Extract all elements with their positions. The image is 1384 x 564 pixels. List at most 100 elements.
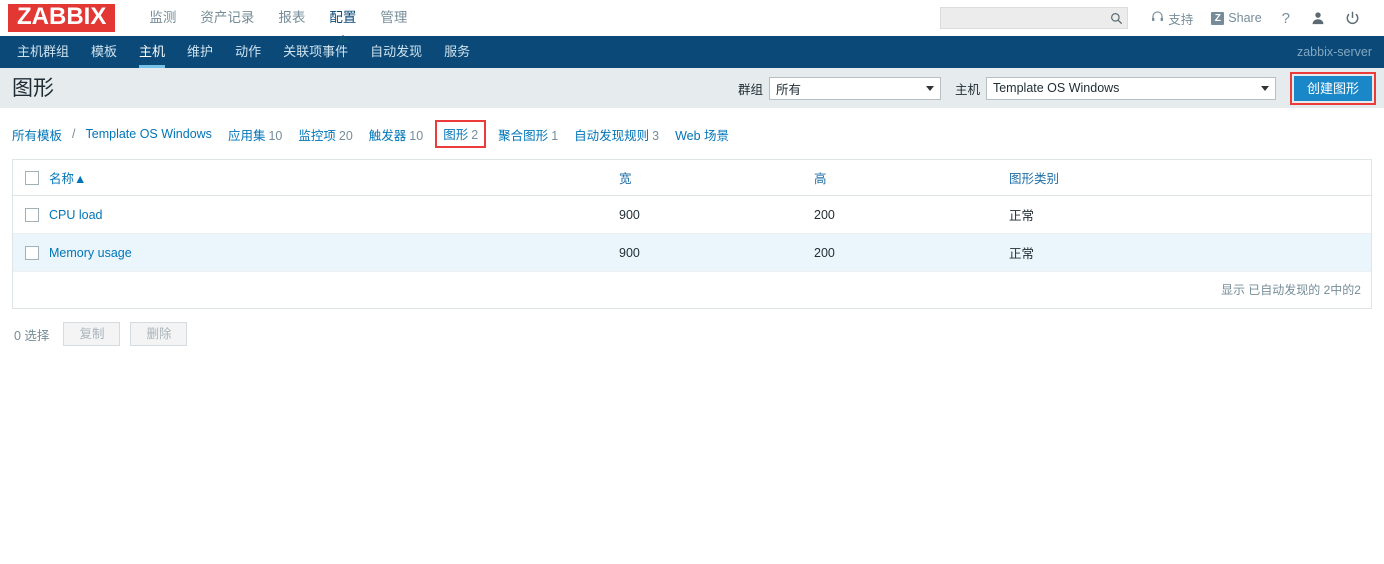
- sub-navigation: 主机群组 模板 主机 维护 动作 关联项事件 自动发现 服务 zabbix-se…: [0, 36, 1384, 68]
- header-width: 宽: [619, 160, 814, 196]
- graph-link-memory-usage[interactable]: Memory usage: [49, 246, 132, 260]
- tab-label: 触发器: [368, 128, 407, 143]
- nav-item-configuration[interactable]: 配置: [317, 0, 368, 43]
- table-header-row: 名称▲ 宽 高 图形类别: [13, 160, 1371, 196]
- tab-count: 20: [338, 128, 353, 143]
- support-label: 支持: [1168, 12, 1194, 27]
- header-name-label: 名称: [49, 172, 75, 186]
- subnav-item-maintenance[interactable]: 维护: [176, 36, 224, 68]
- group-select[interactable]: 所有: [768, 76, 941, 100]
- breadcrumb-tab-graphs[interactable]: 图形 2: [441, 128, 480, 142]
- tab-label: 聚合图形: [498, 128, 549, 143]
- host-select[interactable]: Template OS Windows: [985, 76, 1276, 100]
- breadcrumb-tab-triggers[interactable]: 触发器 10: [361, 125, 431, 144]
- tab-count: 10: [409, 128, 424, 143]
- header-select-all: [13, 160, 49, 196]
- table-footer-summary: 显示 已自动发现的 2中的2: [13, 271, 1371, 308]
- tab-label: 自动发现规则: [574, 128, 650, 143]
- nav-item-inventory[interactable]: 资产记录: [188, 0, 266, 36]
- row-type-cell: 正常: [1009, 195, 1371, 234]
- subnav-item-services[interactable]: 服务: [433, 36, 481, 68]
- bulk-action-bar: 0 选择 复制 删除: [12, 309, 1372, 346]
- table-head: 名称▲ 宽 高 图形类别: [13, 160, 1371, 196]
- row-select-cell: [13, 195, 49, 234]
- row-name-cell: Memory usage: [49, 233, 619, 271]
- breadcrumb-separator: /: [72, 127, 76, 141]
- copy-button[interactable]: 复制: [63, 322, 121, 346]
- nav-item-administration[interactable]: 管理: [368, 0, 419, 36]
- search-icon: [1110, 12, 1123, 25]
- select-all-checkbox[interactable]: [25, 170, 39, 185]
- row-checkbox[interactable]: [25, 207, 39, 222]
- breadcrumb-tab-web-scenarios[interactable]: Web 场景: [667, 125, 737, 144]
- row-checkbox[interactable]: [25, 245, 39, 260]
- graphs-tab-highlight: 图形 2: [435, 120, 487, 148]
- subnav-item-templates[interactable]: 模板: [80, 36, 128, 68]
- top-header: ZABBIX 监测 资产记录 报表 配置 管理 支持 Z Share ?: [0, 0, 1384, 43]
- tab-label: 图形: [443, 128, 469, 142]
- help-button[interactable]: ?: [1271, 10, 1301, 27]
- breadcrumb-template-name[interactable]: Template OS Windows: [78, 127, 220, 141]
- breadcrumb-tab-items[interactable]: 监控项 20: [290, 125, 360, 144]
- support-link[interactable]: 支持: [1142, 9, 1202, 28]
- group-select-wrapper: 所有: [768, 76, 941, 100]
- delete-button[interactable]: 删除: [130, 322, 188, 346]
- main-content: 所有模板 / Template OS Windows 应用集 10 监控项 20 触…: [0, 108, 1384, 346]
- header-graph-type: 图形类别: [1009, 160, 1371, 196]
- main-navigation: 监测 资产记录 报表 配置 管理: [137, 0, 419, 43]
- host-filter-label: 主机: [954, 82, 980, 97]
- graphs-table: 名称▲ 宽 高 图形类别 CPU load 900 200 正常 Memory …: [13, 160, 1371, 271]
- create-graph-highlight: 创建图形: [1289, 71, 1376, 105]
- graph-link-cpu-load[interactable]: CPU load: [49, 208, 103, 222]
- breadcrumb-tab-screens[interactable]: 聚合图形 1: [490, 125, 566, 144]
- subnav-item-host-groups[interactable]: 主机群组: [6, 36, 80, 68]
- chevron-down-icon: [1260, 86, 1269, 91]
- tab-count: 10: [268, 128, 283, 143]
- create-graph-button[interactable]: 创建图形: [1293, 75, 1372, 101]
- global-search[interactable]: [940, 7, 1129, 29]
- breadcrumb-tab-applications[interactable]: 应用集 10: [220, 125, 290, 144]
- breadcrumb: 所有模板 / Template OS Windows 应用集 10 监控项 20 触…: [12, 108, 1372, 159]
- zabbix-graphs-page: ZABBIX 监测 资产记录 报表 配置 管理 支持 Z Share ? 主机群…: [0, 0, 1384, 564]
- nav-item-reports[interactable]: 报表: [266, 0, 317, 36]
- table-row: Memory usage 900 200 正常: [13, 233, 1371, 271]
- sort-ascending-icon: ▲: [74, 172, 87, 186]
- row-type-cell: 正常: [1009, 233, 1371, 271]
- tab-count: 2: [471, 128, 479, 142]
- row-name-cell: CPU load: [49, 195, 619, 234]
- table-body: CPU load 900 200 正常 Memory usage 900 200…: [13, 195, 1371, 271]
- power-icon: [1345, 11, 1360, 26]
- subnav-item-actions[interactable]: 动作: [224, 36, 272, 68]
- share-label: Share: [1228, 11, 1262, 25]
- user-icon: [1311, 11, 1325, 25]
- table-row: CPU load 900 200 正常: [13, 195, 1371, 234]
- host-select-wrapper: Template OS Windows: [985, 76, 1276, 100]
- subnav-item-discovery[interactable]: 自动发现: [359, 36, 433, 68]
- header-right-tools: 支持 Z Share ?: [940, 7, 1370, 29]
- share-link[interactable]: Z Share: [1202, 11, 1270, 25]
- server-name-label: zabbix-server: [1296, 45, 1372, 59]
- selected-count-label: 0 选择: [14, 328, 50, 343]
- subnav-item-event-correlation[interactable]: 关联项事件: [272, 36, 359, 68]
- row-height-cell: 200: [814, 233, 1009, 271]
- search-input[interactable]: [947, 9, 1111, 27]
- user-profile-button[interactable]: [1301, 11, 1335, 25]
- zabbix-logo[interactable]: ZABBIX: [8, 4, 116, 32]
- filter-controls: 群组 所有 主机 Template OS Windows 创建图形: [737, 71, 1376, 105]
- page-header-row: 图形 群组 所有 主机 Template OS Windows 创建图形: [0, 68, 1384, 108]
- zabbix-share-icon: Z: [1211, 11, 1225, 25]
- graphs-table-container: 名称▲ 宽 高 图形类别 CPU load 900 200 正常 Memory …: [12, 159, 1372, 309]
- headset-icon: [1151, 10, 1164, 26]
- row-width-cell: 900: [619, 195, 814, 234]
- header-height: 高: [814, 160, 1009, 196]
- logout-button[interactable]: [1335, 11, 1370, 26]
- sort-by-name-link[interactable]: 名称▲: [49, 172, 86, 186]
- nav-item-monitoring[interactable]: 监测: [137, 0, 188, 36]
- row-select-cell: [13, 233, 49, 271]
- subnav-item-hosts[interactable]: 主机: [128, 36, 176, 68]
- group-filter-label: 群组: [737, 82, 763, 97]
- chevron-down-icon: [925, 86, 934, 91]
- breadcrumb-all-templates[interactable]: 所有模板: [12, 125, 70, 144]
- breadcrumb-tab-discovery-rules[interactable]: 自动发现规则 3: [566, 125, 667, 144]
- page-title: 图形: [12, 76, 54, 100]
